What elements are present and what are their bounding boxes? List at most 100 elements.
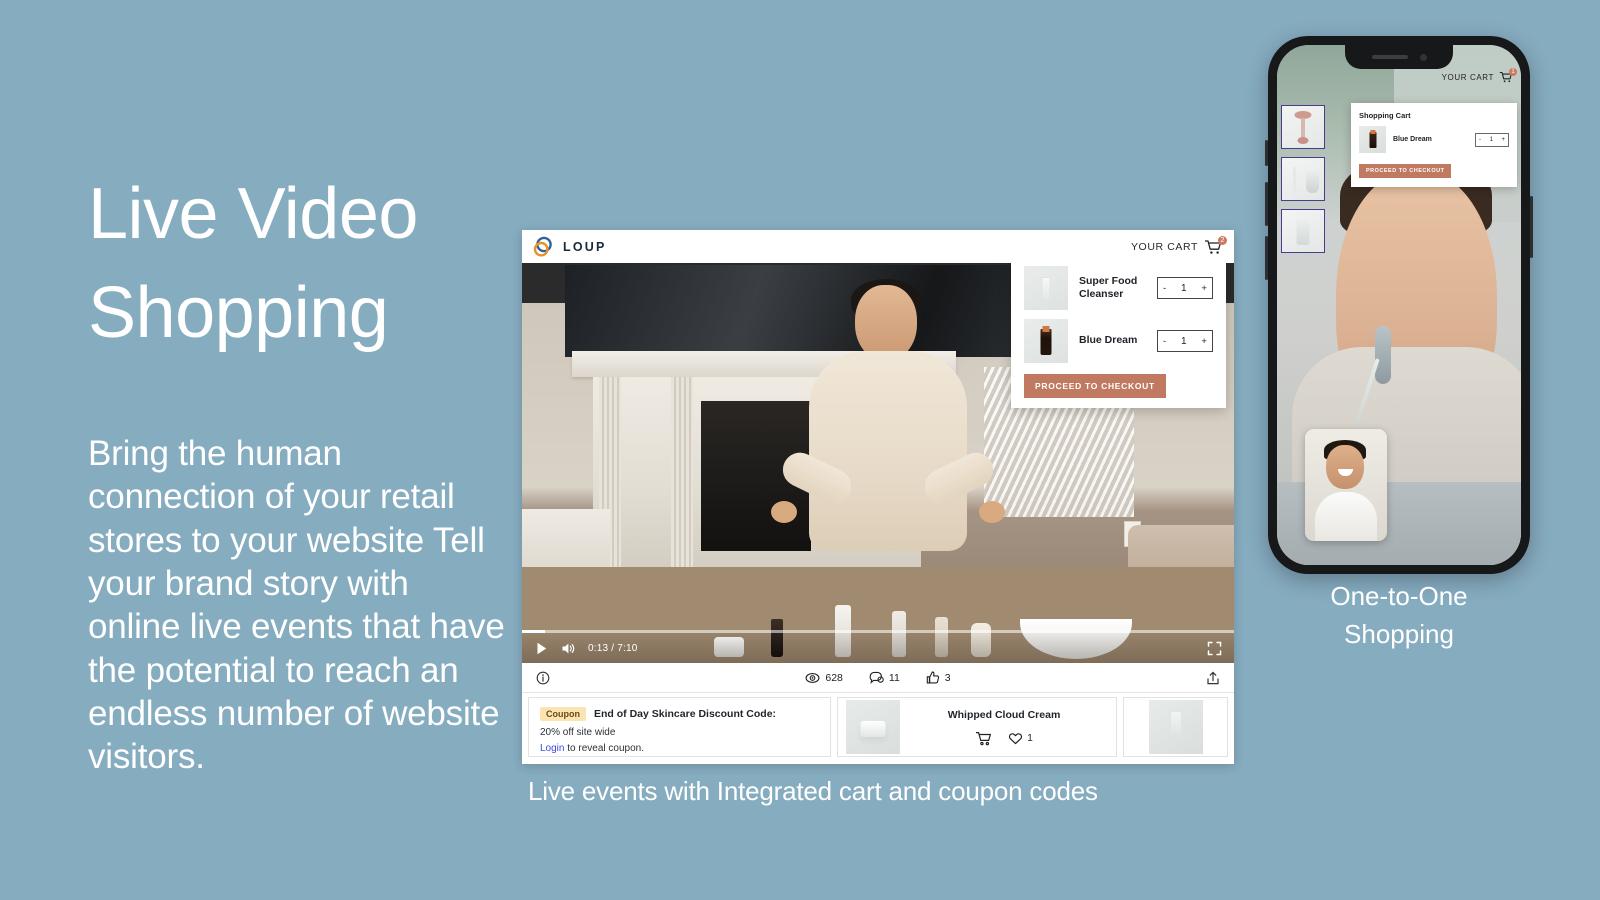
featured-product-body: Whipped Cloud Cream 1 (900, 709, 1108, 746)
increment-button[interactable]: + (1201, 336, 1207, 347)
jade-roller-thumb-icon[interactable] (1281, 105, 1325, 149)
quantity-stepper[interactable]: - 1 + (1157, 277, 1213, 299)
your-cart-button[interactable]: YOUR CART 2 (1131, 235, 1227, 255)
phone-product-rail (1281, 105, 1325, 253)
hero-body-text: Bring the human connection of your retai… (88, 433, 505, 777)
coupon-login-line: Login to reveal coupon. (540, 743, 819, 754)
phone-screen: YOUR CART 1 Shopping Cart Blue Dream - 1… (1277, 45, 1521, 565)
quantity-value: 1 (1181, 282, 1187, 294)
quantity-stepper[interactable]: - 1 + (1157, 330, 1213, 352)
phone-your-cart-label: YOUR CART (1441, 72, 1494, 82)
share-icon[interactable] (1206, 671, 1220, 685)
thumbs-up-icon (926, 671, 940, 684)
loup-rings-logo-icon (532, 236, 558, 258)
bottle-thumb-icon (1148, 700, 1203, 754)
brand-name: LOUP (563, 239, 607, 254)
comment-count-value: 11 (888, 671, 900, 684)
live-shopping-browser-window: LOUP YOUR CART 2 Super Food Cleanser - 1… (522, 230, 1234, 764)
phone-front-camera-icon (1419, 53, 1427, 61)
pip-body (1314, 491, 1378, 541)
like-product-button[interactable]: 1 (1008, 732, 1033, 745)
increment-button[interactable]: + (1501, 137, 1505, 143)
coupon-subtitle: 20% off site wide (540, 727, 616, 738)
shopping-cart-icon: 2 (1204, 235, 1227, 255)
phone-caption: One-to-One Shopping (1330, 581, 1468, 649)
play-icon[interactable] (534, 641, 549, 656)
host-arm-right (919, 446, 1000, 510)
cream-jar-thumb-icon (846, 700, 900, 754)
decrement-button[interactable]: - (1163, 283, 1166, 294)
eye-icon (805, 672, 820, 684)
add-to-cart-icon[interactable] (975, 731, 992, 746)
phone-earpiece (1371, 55, 1408, 59)
phone-volume-up-button (1265, 182, 1268, 226)
page-title: Live Video Shopping (88, 174, 418, 354)
shopping-cart-icon: 1 (1499, 68, 1517, 83)
hero-copy: Live Video Shopping Bring the human conn… (88, 165, 518, 779)
comment-icon (869, 671, 884, 684)
host-head (855, 285, 918, 361)
increment-button[interactable]: + (1201, 283, 1207, 294)
phone-notch (1345, 45, 1453, 69)
phone-cart-count-badge: 1 (1509, 68, 1517, 76)
host-hand-right (979, 501, 1006, 523)
decrement-button[interactable]: - (1479, 137, 1481, 143)
engagement-stats: 628 11 3 (805, 671, 951, 684)
host-hand-left (771, 501, 798, 523)
view-count-value: 628 (825, 671, 843, 684)
brand-logo[interactable]: LOUP (532, 236, 607, 258)
cleanser-bottle-thumb-icon (1024, 266, 1068, 310)
quantity-value: 1 (1489, 136, 1493, 143)
like-count-value: 3 (944, 671, 951, 684)
coupon-badge: Coupon (540, 707, 586, 721)
phone-shopping-cart-panel: Shopping Cart Blue Dream - 1 + PROCEED T… (1351, 103, 1517, 187)
live-video-stage[interactable]: Shopping Cart Super Food Cleanser - 1 + … (522, 263, 1234, 663)
coupon-title: End of Day Skincare Discount Code: (594, 708, 777, 720)
volume-on-icon[interactable] (561, 641, 576, 656)
fullscreen-icon[interactable] (1207, 641, 1222, 656)
cart-line-item: Super Food Cleanser - 1 + (1024, 266, 1213, 310)
dropper-bottle-thumb-icon (1024, 319, 1068, 363)
proceed-to-checkout-button[interactable]: PROCEED TO CHECKOUT (1024, 374, 1166, 398)
bottle-thumb-icon[interactable] (1281, 209, 1325, 253)
facial-device-thumb-icon[interactable] (1281, 157, 1325, 201)
featured-product-actions: 1 (975, 731, 1033, 746)
host-sweater (771, 351, 1006, 551)
info-circle-icon[interactable] (536, 671, 550, 685)
featured-product-name: Whipped Cloud Cream (947, 708, 1061, 721)
login-link[interactable]: Login (540, 743, 564, 754)
phone-mockup: YOUR CART 1 Shopping Cart Blue Dream - 1… (1265, 36, 1533, 574)
customer-video-pip[interactable] (1305, 429, 1387, 541)
phone-volume-down-button (1265, 236, 1268, 280)
phone-shopping-cart-title: Shopping Cart (1359, 111, 1411, 120)
video-time-display: 0:13 / 7:10 (588, 642, 638, 654)
cart-item-name: Super Food Cleanser (1079, 274, 1138, 300)
view-count: 628 (805, 671, 843, 684)
phone-cart-line-item: Blue Dream - 1 + (1359, 126, 1509, 153)
browser-caption: Live events with Integrated cart and cou… (528, 776, 1098, 806)
dropper-bottle-thumb-icon (1359, 126, 1386, 153)
login-rest-text: to reveal coupon. (564, 743, 644, 754)
product-like-count: 1 (1027, 732, 1033, 744)
next-product-card[interactable] (1123, 697, 1228, 757)
phone-your-cart-button[interactable]: YOUR CART 1 (1441, 68, 1517, 83)
video-controls-bar: 0:13 / 7:10 (522, 633, 1234, 663)
cart-item-name: Blue Dream (1079, 334, 1138, 347)
pip-face (1326, 444, 1365, 490)
phone-quantity-stepper[interactable]: - 1 + (1475, 132, 1509, 147)
phone-cart-item-name: Blue Dream (1393, 136, 1432, 143)
comment-count[interactable]: 11 (869, 671, 900, 684)
shopping-cart-panel: Shopping Cart Super Food Cleanser - 1 + … (1011, 263, 1226, 408)
like-count[interactable]: 3 (926, 671, 951, 684)
heart-icon (1008, 732, 1023, 745)
decrement-button[interactable]: - (1163, 336, 1166, 347)
phone-host-device (1374, 325, 1391, 384)
quantity-value: 1 (1181, 335, 1187, 347)
cart-line-item: Blue Dream - 1 + (1024, 319, 1213, 363)
fireplace-column-right (671, 377, 694, 567)
coupon-card[interactable]: Coupon End of Day Skincare Discount Code… (528, 697, 831, 757)
phone-power-button (1530, 196, 1533, 258)
coupon-and-products-strip: Coupon End of Day Skincare Discount Code… (522, 693, 1234, 763)
featured-product-card[interactable]: Whipped Cloud Cream 1 (837, 697, 1117, 757)
phone-proceed-to-checkout-button[interactable]: PROCEED TO CHECKOUT (1359, 164, 1452, 178)
